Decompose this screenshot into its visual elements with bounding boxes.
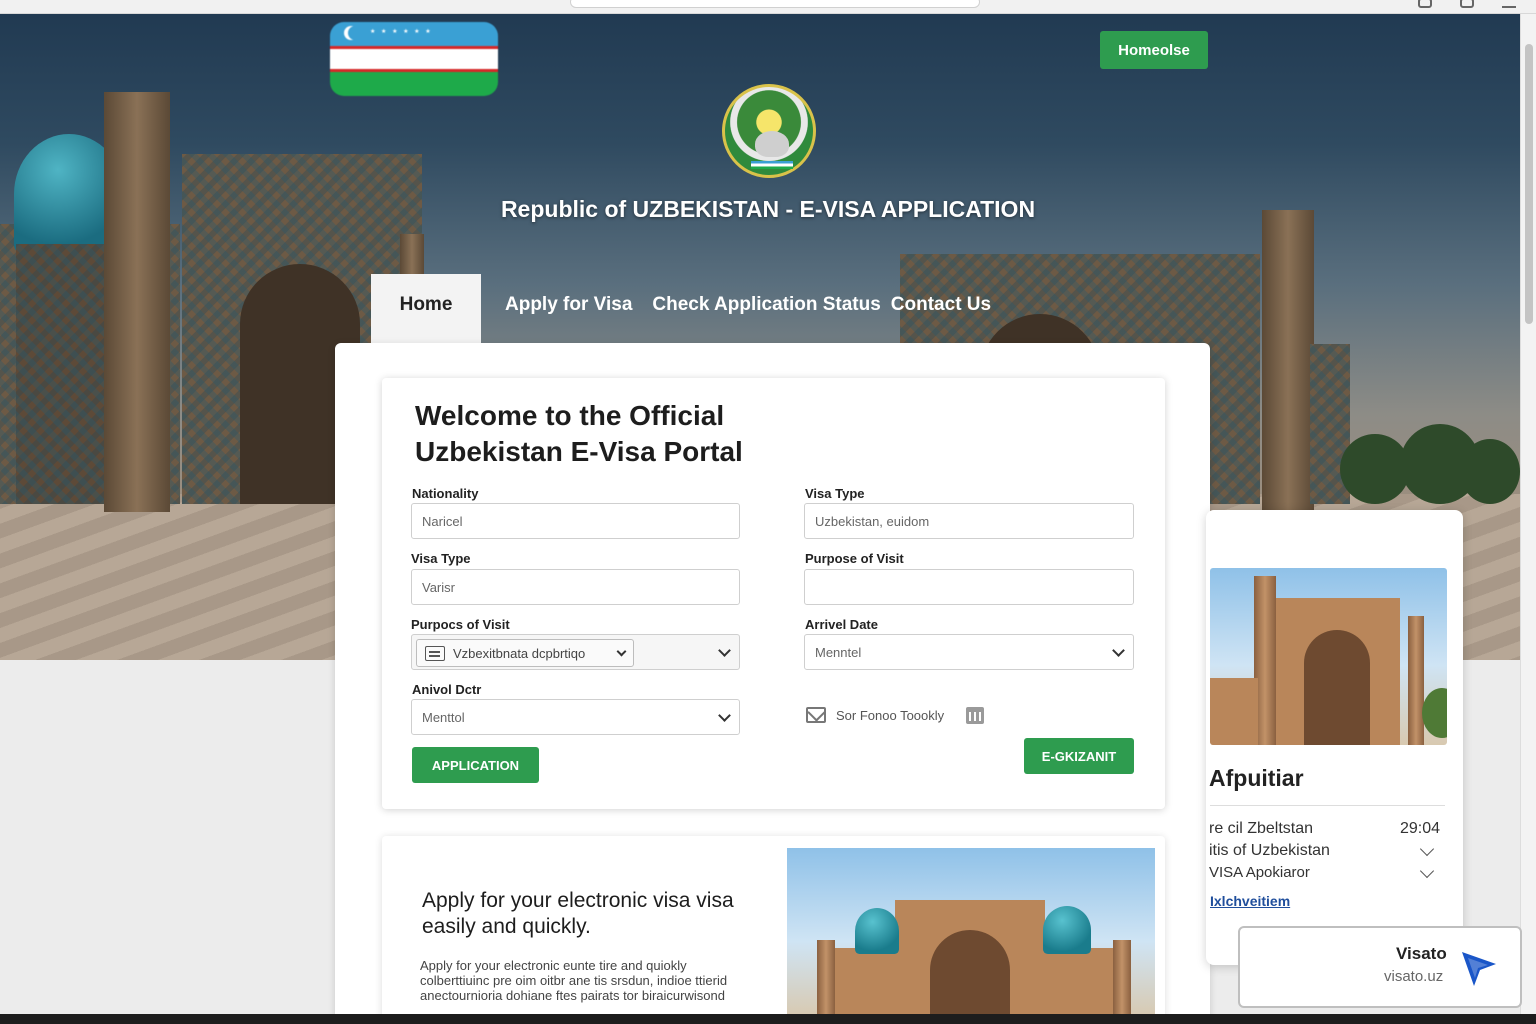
menu-icon[interactable] [1502,0,1516,8]
chevron-down-icon [616,646,627,657]
side-photo [1210,568,1447,745]
visa-type-label-right: Visa Type [805,486,865,501]
purpose-select[interactable]: Vzbexitbnata dcpbrtiqo [411,634,740,670]
photo-wing-left [825,948,895,1018]
photo-dome-left [855,908,899,954]
emblem-bird-icon [755,131,789,157]
nationality-field[interactable]: Naricel [411,503,740,539]
photo-dome-right [1043,906,1091,954]
side-photo-wing [1210,678,1258,745]
list-icon [425,646,445,661]
side-photo-minaret [1408,616,1424,745]
tab-check-application-status[interactable]: Check Application Status [642,274,890,343]
hero-tree [1460,439,1520,504]
photo-arch [930,930,1010,1018]
browser-toolbar [0,0,1536,14]
arrival-date-select-right[interactable]: Menntel [804,634,1134,670]
notification-option-text: Sor Fonoo Toookly [836,708,945,723]
side-row-2[interactable]: itis of Uzbekistan [1209,842,1330,860]
application-button[interactable]: APPLICATION [412,747,539,783]
taskbar [0,1014,1536,1024]
side-divider [1210,805,1445,806]
header-button[interactable]: Homeolse [1100,31,1208,69]
side-row-1[interactable]: re cil Zbeltstan [1209,820,1313,838]
purpose-label: Purpocs of Visit [411,617,510,632]
page-scrollbar[interactable] [1520,14,1536,1014]
purpose-field-right[interactable] [804,569,1134,605]
side-photo-arch [1304,630,1370,745]
emblem-ribbon [751,161,793,169]
welcome-heading: Welcome to the Official Uzbekistan E-Vis… [415,400,743,467]
chevron-down-icon [1112,644,1125,657]
nationality-label: Nationality [412,486,479,501]
scrollbar-thumb[interactable] [1525,44,1533,324]
bookmark-icon[interactable] [1418,0,1432,8]
uzbekistan-flag: ★ ★ ★ ★ ★ ★ [330,22,498,96]
side-title: Afpuitiar [1209,765,1304,791]
visa-type-field[interactable]: Varisr [411,569,740,605]
arrival-date-select[interactable]: Menttol [411,699,740,735]
tab-home[interactable]: Home [371,274,481,343]
mail-icon[interactable] [806,707,826,723]
address-bar[interactable] [570,0,980,8]
arrival-label-right: Arrivel Date [805,617,878,632]
purpose-value: Vzbexitbnata dcpbrtiqo [453,645,586,661]
toast-brand-url: visato.uz [1384,968,1444,985]
arrival-value: Menttol [422,709,465,725]
calendar-icon[interactable] [966,707,984,724]
purpose-inner-select[interactable]: Vzbexitbnata dcpbrtiqo [416,639,634,667]
download-icon[interactable] [1460,0,1474,8]
info-title: Apply for your electronic visa visa easi… [422,889,734,938]
toast-brand-name: Visato [1396,944,1447,963]
hero-minaret-left [104,92,170,512]
purpose-label-right: Purpose of Visit [805,551,904,566]
cursor-arrow-icon [1462,952,1496,986]
page-title: Republic of UZBEKISTAN - E-VISA APPLICAT… [500,196,1036,222]
submit-button[interactable]: E-GKIZANIT [1024,738,1134,774]
side-row-1-value: 29:04 [1400,820,1441,837]
arrival-label: Anivol Dctr [412,682,482,697]
photo-minaret [1113,940,1131,1018]
side-photo-tree [1422,688,1447,738]
state-emblem [722,84,816,178]
hero-drum [16,244,116,504]
chevron-down-icon [718,644,731,657]
visa-type-field-right[interactable]: Uzbekistan, euidom [804,503,1134,539]
photo-minaret [817,940,835,1018]
registan-photo [787,848,1155,1018]
tab-contact-us[interactable]: Contact Us [891,274,1001,343]
chevron-down-icon [718,709,731,722]
side-link[interactable]: Ixlchveitiem [1210,893,1290,909]
tab-apply-for-visa[interactable]: Apply for Visa [481,274,642,343]
hero-minaret-right [1262,210,1314,510]
side-row-3[interactable]: VISA Apokiaror [1209,864,1310,881]
info-body: Apply for your electronic eunte tire and… [420,958,728,1003]
visa-type-label: Visa Type [411,551,471,566]
arrival-value-right: Menntel [815,644,862,660]
main-nav: Home Apply for Visa Check Application St… [371,274,1001,343]
